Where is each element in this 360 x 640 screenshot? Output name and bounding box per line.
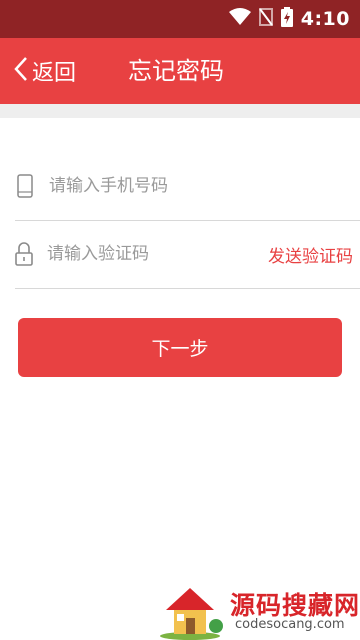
status-bar: 4:10 — [0, 0, 360, 38]
battery-charging-icon — [280, 7, 293, 31]
verification-code-input[interactable] — [45, 243, 268, 265]
phone-input[interactable] — [47, 175, 360, 197]
status-icons: 4:10 — [228, 0, 350, 38]
back-label: 返回 — [32, 61, 77, 86]
app-bar: 返回 忘记密码 — [0, 38, 360, 104]
phone-field-row — [15, 152, 360, 221]
watermark: 源码搜藏网 codesocang.com — [160, 582, 360, 640]
wifi-icon — [228, 8, 251, 30]
chevron-left-icon — [14, 56, 28, 86]
no-signal-icon — [258, 8, 273, 30]
watermark-url: codesocang.com — [235, 617, 345, 632]
next-step-button[interactable]: 下一步 — [18, 318, 342, 377]
lock-icon — [15, 241, 33, 267]
back-button[interactable]: 返回 — [14, 38, 76, 104]
code-field-row: 发送验证码 — [15, 220, 360, 289]
page-title: 忘记密码 — [128, 57, 224, 85]
header-divider — [0, 104, 360, 118]
send-code-button[interactable]: 发送验证码 — [268, 242, 353, 267]
phone-icon — [15, 173, 35, 199]
clock-time: 4:10 — [300, 8, 350, 30]
